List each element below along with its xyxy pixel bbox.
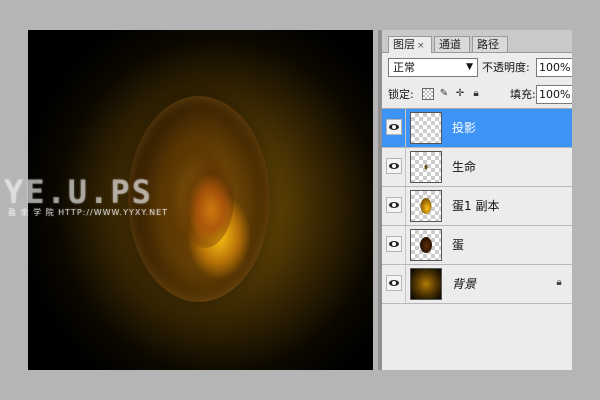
eye-icon[interactable] bbox=[386, 158, 402, 174]
tab-channels[interactable]: 通道 bbox=[434, 36, 470, 52]
blend-mode-value: 正常 bbox=[393, 61, 415, 74]
padlock-icon[interactable]: 🔒︎ bbox=[470, 88, 482, 100]
tab-layers-label: 图层 bbox=[393, 38, 415, 51]
move-icon[interactable]: ✛ bbox=[454, 88, 466, 100]
close-icon[interactable]: × bbox=[417, 41, 425, 51]
eye-icon[interactable] bbox=[386, 197, 402, 213]
layer-divider bbox=[405, 148, 406, 186]
layer-name[interactable]: 蛋1 副本 bbox=[452, 187, 499, 225]
screenshot-root: YE.U.PS 盈 余 学 院 HTTP://WWW.YYXY.NET 图层 × … bbox=[0, 0, 600, 400]
watermark-title: YE.U.PS bbox=[4, 173, 153, 211]
layer-row-background[interactable]: 背景 🔒︎ bbox=[382, 265, 572, 304]
padlock-icon: 🔒︎ bbox=[556, 277, 562, 288]
fill-label: 填充: bbox=[510, 88, 536, 101]
tab-paths[interactable]: 路径 bbox=[472, 36, 508, 52]
layer-thumbnail[interactable] bbox=[410, 268, 442, 300]
layer-row-shadow[interactable]: 投影 bbox=[382, 109, 572, 148]
tab-layers[interactable]: 图层 × bbox=[388, 36, 432, 53]
layer-row-life[interactable]: 生命 bbox=[382, 148, 572, 187]
watermark: YE.U.PS 盈 余 学 院 HTTP://WWW.YYXY.NET bbox=[4, 176, 168, 218]
tab-channels-label: 通道 bbox=[439, 38, 461, 51]
tab-paths-label: 路径 bbox=[477, 38, 499, 51]
brush-icon[interactable]: ✎ bbox=[438, 88, 450, 100]
thumbnail-egg bbox=[420, 198, 432, 214]
lock-row: 锁定: ✎ ✛ 🔒︎ 填充: 100% bbox=[386, 85, 572, 105]
watermark-subtitle: 盈 余 学 院 HTTP://WWW.YYXY.NET bbox=[8, 208, 169, 217]
opacity-label: 不透明度: bbox=[482, 61, 530, 74]
layer-thumbnail[interactable] bbox=[410, 112, 442, 144]
panel-tabs: 图层 × 通道 路径 bbox=[382, 30, 572, 53]
layer-name[interactable]: 蛋 bbox=[452, 226, 464, 264]
lock-transparent-icon[interactable] bbox=[422, 88, 434, 100]
layer-thumbnail[interactable] bbox=[410, 151, 442, 183]
eye-glyph bbox=[389, 202, 399, 208]
layer-name[interactable]: 生命 bbox=[452, 148, 476, 186]
layer-thumbnail[interactable] bbox=[410, 229, 442, 261]
eye-glyph bbox=[389, 280, 399, 286]
layer-name[interactable]: 背景 bbox=[452, 265, 476, 303]
thumbnail-egg bbox=[420, 237, 432, 253]
egg-embryo bbox=[176, 146, 234, 248]
layer-divider bbox=[405, 109, 406, 147]
lock-label: 锁定: bbox=[388, 88, 414, 101]
layer-thumbnail[interactable] bbox=[410, 190, 442, 222]
blend-mode-select[interactable]: 正常 ▼ bbox=[388, 58, 478, 77]
layer-name[interactable]: 投影 bbox=[452, 109, 476, 147]
eye-glyph bbox=[389, 124, 399, 130]
layer-divider bbox=[405, 265, 406, 303]
layer-divider bbox=[405, 226, 406, 264]
layers-panel: 图层 × 通道 路径 正常 ▼ 不透明度: 100% 锁定: ✎ ✛ 🔒︎ 填充: bbox=[378, 30, 572, 370]
layer-row-egg-copy[interactable]: 蛋1 副本 bbox=[382, 187, 572, 226]
eye-glyph bbox=[389, 241, 399, 247]
opacity-input[interactable]: 100% bbox=[536, 58, 572, 77]
layer-row-egg[interactable]: 蛋 bbox=[382, 226, 572, 265]
thumbnail-mark bbox=[424, 164, 428, 170]
fill-input[interactable]: 100% bbox=[536, 85, 572, 104]
eye-glyph bbox=[389, 163, 399, 169]
chevron-down-icon: ▼ bbox=[466, 62, 473, 72]
eye-icon[interactable] bbox=[386, 275, 402, 291]
blend-row: 正常 ▼ 不透明度: 100% bbox=[386, 58, 572, 78]
eye-icon[interactable] bbox=[386, 119, 402, 135]
layer-divider bbox=[405, 187, 406, 225]
eye-icon[interactable] bbox=[386, 236, 402, 252]
layers-list: 投影 生命 蛋1 副本 蛋 背景 🔒︎ bbox=[382, 108, 572, 304]
